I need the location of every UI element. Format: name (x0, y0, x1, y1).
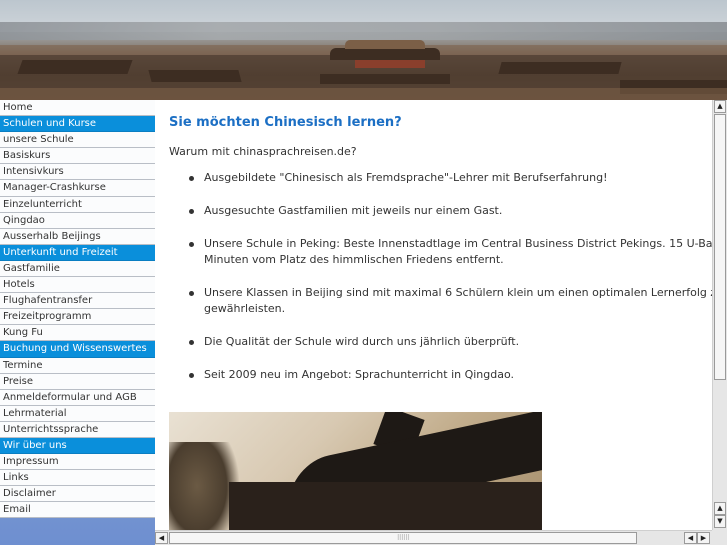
scrollbar-corner (712, 530, 727, 545)
scroll-down-button[interactable]: ▼ (714, 515, 726, 528)
nav-link[interactable]: Kung Fu (0, 325, 155, 342)
benefit-item: Ausgebildete "Chinesisch als Fremdsprach… (189, 170, 712, 186)
nav-link[interactable]: Einzelunterricht (0, 196, 155, 213)
horizontal-scroll-thumb[interactable]: ⠿⠿⠿ (169, 532, 637, 544)
nav-section-header[interactable]: Schulen und Kurse (0, 116, 155, 133)
nav-link[interactable]: Termine (0, 357, 155, 374)
nav-link[interactable]: Intensivkurs (0, 164, 155, 181)
nav-link[interactable]: unsere Schule (0, 132, 155, 149)
nav-link[interactable]: Disclaimer (0, 486, 155, 503)
nav-link[interactable]: Qingdao (0, 212, 155, 229)
main-content: Sie möchten Chinesisch lernen? Warum mit… (155, 100, 712, 530)
nav-link[interactable]: Hotels (0, 277, 155, 294)
benefit-item: Unsere Klassen in Beijing sind mit maxim… (189, 285, 712, 317)
benefit-item: Die Qualität der Schule wird durch uns j… (189, 334, 712, 350)
header-banner-image (0, 0, 727, 100)
nav-link[interactable]: Freizeitprogramm (0, 309, 155, 326)
nav-link[interactable]: Manager-Crashkurse (0, 180, 155, 197)
page-title: Sie möchten Chinesisch lernen? (169, 115, 402, 130)
sidebar-nav: Home Schulen und Kurse unsere Schule Basisk… (0, 100, 155, 545)
scroll-left-button[interactable]: ◀ (155, 532, 168, 544)
nav-section-header[interactable]: Wir über uns (0, 437, 155, 455)
temple-roof-photo (169, 412, 542, 530)
benefit-item: Ausgesuchte Gastfamilien mit jeweils nur… (189, 203, 712, 219)
nav-section-header[interactable]: Unterkunft und Freizeit (0, 244, 155, 261)
benefit-item: Unsere Schule in Peking: Beste Innenstad… (189, 236, 712, 268)
benefit-item: Seit 2009 neu im Angebot: Sprachunterric… (189, 367, 712, 383)
benefits-list: Ausgebildete "Chinesisch als Fremdsprach… (189, 170, 712, 400)
nav-link[interactable]: Impressum (0, 454, 155, 471)
scroll-up-button-lower[interactable]: ▲ (714, 502, 726, 515)
vertical-scrollbar[interactable]: ▲ ▲ ▼ (712, 100, 727, 530)
nav-link[interactable]: Ausserhalb Beijings (0, 228, 155, 245)
nav-link[interactable]: Preise (0, 373, 155, 390)
nav-link[interactable]: Lehrmaterial (0, 405, 155, 422)
nav-link[interactable]: Gastfamilie (0, 260, 155, 278)
vertical-scroll-thumb[interactable] (714, 114, 726, 380)
nav-link[interactable]: Links (0, 470, 155, 487)
intro-text: Warum mit chinasprachreisen.de? (169, 145, 357, 158)
nav-link[interactable]: Flughafentransfer (0, 293, 155, 310)
nav-link[interactable]: Home (0, 100, 155, 117)
scroll-right-button[interactable]: ▶ (697, 532, 710, 544)
nav-section-header[interactable]: Buchung und Wissenswertes (0, 341, 155, 358)
scroll-left-button-right[interactable]: ◀ (684, 532, 697, 544)
nav-link[interactable]: Anmeldeformular und AGB (0, 389, 155, 406)
scroll-up-button[interactable]: ▲ (714, 100, 726, 113)
nav-link[interactable]: Unterrichtssprache (0, 421, 155, 438)
nav-link[interactable]: Basiskurs (0, 148, 155, 165)
nav-list: Home Schulen und Kurse unsere Schule Basisk… (0, 100, 155, 519)
nav-link[interactable]: Email (0, 502, 155, 519)
horizontal-scrollbar[interactable]: ◀ ⠿⠿⠿ ◀ ▶ (155, 530, 712, 545)
